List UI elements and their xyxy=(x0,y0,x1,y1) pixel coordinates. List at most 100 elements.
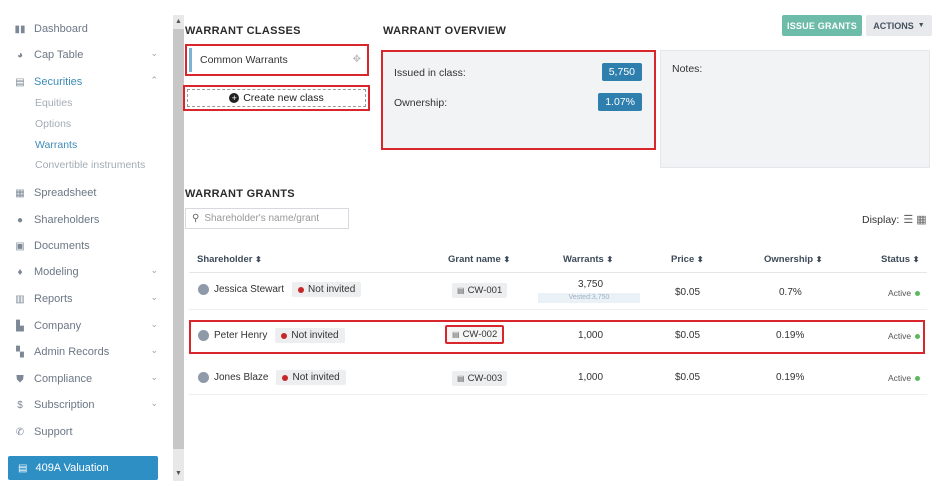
sidebar-item-label: Dashboard xyxy=(34,23,88,35)
sidebar-item-label: Compliance xyxy=(34,373,93,385)
list-view-icon[interactable]: ☰ xyxy=(903,213,913,226)
report-icon: ▥ xyxy=(15,293,25,305)
column-header-warrants[interactable]: Warrants ⬍ xyxy=(563,254,613,265)
highlight-box xyxy=(189,320,925,354)
issued-value-badge: 5,750 xyxy=(601,63,642,81)
document-icon: ▤ xyxy=(18,462,28,474)
sidebar-item-admin-records[interactable]: ▚ Admin Records ⌄ xyxy=(14,343,164,361)
warrant-grants-title: WARRANT GRANTS xyxy=(185,188,295,200)
grant-cell: ▤ CW-003 xyxy=(452,371,508,386)
sidebar-subitem-convertible[interactable]: Convertible instruments xyxy=(35,159,145,171)
column-header-ownership[interactable]: Ownership ⬍ xyxy=(764,254,822,265)
sidebar-item-compliance[interactable]: ⛊ Compliance ⌄ xyxy=(14,370,164,388)
column-header-grant-name[interactable]: Grant name ⬍ xyxy=(448,254,510,265)
search-placeholder: Shareholder's name/grant xyxy=(204,213,320,224)
ownership-value-badge: 1.07% xyxy=(598,93,642,111)
sidebar-item-support[interactable]: ✆ Support xyxy=(14,423,164,441)
sidebar-item-modeling[interactable]: ♦ Modeling ⌄ xyxy=(14,263,164,281)
actions-dropdown[interactable]: ACTIONS ▼ xyxy=(866,15,932,36)
column-header-price[interactable]: Price ⬍ xyxy=(671,254,704,265)
notes-panel[interactable]: Notes: xyxy=(660,50,930,168)
drag-handle-icon[interactable]: ✥ xyxy=(353,54,361,65)
sidebar-subitem-equities[interactable]: Equities xyxy=(35,97,72,109)
class-item-label: Common Warrants xyxy=(200,54,288,66)
shareholder-name[interactable]: Jones Blaze xyxy=(214,372,268,383)
table-row[interactable]: Jones Blaze Not invited ▤ CW-003 1,000 $0… xyxy=(189,360,927,396)
warrants-cell: 1,000 xyxy=(578,372,604,383)
sidebar-item-company[interactable]: ▙ Company ⌄ xyxy=(14,317,164,335)
row-divider xyxy=(189,394,927,395)
sidebar-item-securities[interactable]: ▤ Securities ⌃ xyxy=(14,73,164,91)
ownership-label: Ownership: xyxy=(394,97,448,109)
sidebar-item-cap-table[interactable]: ◕ Cap Table ⌄ xyxy=(14,46,164,64)
grid-view-icon[interactable]: ▦ xyxy=(916,213,926,226)
chevron-down-icon: ⌄ xyxy=(150,292,158,302)
warrant-overview-title: WARRANT OVERVIEW xyxy=(383,25,507,37)
column-header-status[interactable]: Status ⬍ xyxy=(881,254,919,265)
invite-status-badge[interactable]: Not invited xyxy=(276,370,346,385)
scroll-down-arrow-icon[interactable]: ▼ xyxy=(174,469,183,479)
warrant-classes-title: WARRANT CLASSES xyxy=(185,25,301,37)
shield-icon: ⛊ xyxy=(16,373,24,385)
sidebar-item-documents[interactable]: ▣ Documents xyxy=(14,237,164,255)
table-row[interactable]: Jessica Stewart Not invited ▤ CW-001 3,75… xyxy=(189,273,927,309)
chevron-down-icon: ⌄ xyxy=(150,48,158,58)
sidebar-item-label: 409A Valuation xyxy=(35,462,109,474)
records-icon: ▚ xyxy=(16,346,24,358)
search-input[interactable]: ⚲ Shareholder's name/grant xyxy=(185,208,349,229)
grant-cell: ▤ CW-001 xyxy=(452,283,508,298)
status-label: Active xyxy=(888,288,912,298)
user-icon: ● xyxy=(16,214,24,226)
invite-status-badge[interactable]: Not invited xyxy=(292,282,362,297)
grant-label: CW-001 xyxy=(467,285,503,296)
price-cell: $0.05 xyxy=(675,372,701,383)
document-icon: ▤ xyxy=(457,374,465,383)
invite-status-label: Not invited xyxy=(292,372,340,383)
shareholder-cell: Jones Blaze Not invited xyxy=(198,370,346,385)
sidebar-item-subscription[interactable]: $ Subscription ⌄ xyxy=(14,396,164,414)
sidebar-subitem-options[interactable]: Options xyxy=(35,118,71,130)
green-dot-icon xyxy=(915,375,921,381)
shareholder-name[interactable]: Jessica Stewart xyxy=(214,284,284,295)
column-header-label: Price xyxy=(671,254,695,265)
sidebar: ▮▮ Dashboard ◕ Cap Table ⌄ ▤ Securities … xyxy=(0,0,172,486)
column-header-label: Status xyxy=(881,254,911,265)
sidebar-item-reports[interactable]: ▥ Reports ⌄ xyxy=(14,290,164,308)
issue-grants-button[interactable]: ISSUE GRANTS xyxy=(782,15,862,36)
actions-label: ACTIONS xyxy=(873,20,914,31)
sidebar-item-label: Admin Records xyxy=(34,346,110,358)
notes-label: Notes: xyxy=(672,63,703,75)
column-header-shareholder[interactable]: Shareholder ⬍ xyxy=(197,254,262,265)
sort-icon: ⬍ xyxy=(696,255,704,264)
grant-tag[interactable]: ▤ CW-001 xyxy=(452,283,508,298)
grant-tag[interactable]: ▤ CW-003 xyxy=(452,371,508,386)
class-item-common-warrants[interactable]: Common Warrants ✥ xyxy=(185,44,369,76)
green-dot-icon xyxy=(915,290,921,296)
invite-status-label: Not invited xyxy=(308,284,356,295)
avatar xyxy=(198,372,209,383)
red-dot-icon xyxy=(282,374,289,381)
sidebar-item-label: Securities xyxy=(34,76,83,88)
create-class-button[interactable]: + Create new class xyxy=(183,85,370,111)
chevron-down-icon: ⌄ xyxy=(150,398,158,408)
sidebar-item-label: Company xyxy=(34,320,82,332)
document-icon: ▤ xyxy=(457,286,465,295)
column-header-label: Grant name xyxy=(448,254,501,265)
sidebar-item-spreadsheet[interactable]: ▦ Spreadsheet xyxy=(14,184,164,202)
scroll-up-arrow-icon[interactable]: ▲ xyxy=(174,17,183,27)
sidebar-item-label: Modeling xyxy=(34,266,79,278)
column-header-label: Ownership xyxy=(764,254,814,265)
chevron-up-icon: ⌃ xyxy=(150,75,158,85)
issued-label: Issued in class: xyxy=(394,67,466,79)
sort-icon: ⬍ xyxy=(255,255,262,264)
warrants-cell: 3,750 xyxy=(578,279,604,290)
sidebar-item-409a-valuation[interactable]: ▤ 409A Valuation xyxy=(8,456,158,480)
ownership-cell: 0.19% xyxy=(776,372,805,383)
bars-icon: ▮▮ xyxy=(14,23,26,35)
sidebar-item-shareholders[interactable]: ● Shareholders xyxy=(14,211,164,229)
sidebar-item-label: Cap Table xyxy=(34,49,84,61)
status-cell: Active xyxy=(888,288,921,298)
sidebar-subitem-warrants[interactable]: Warrants xyxy=(35,139,77,151)
sidebar-item-dashboard[interactable]: ▮▮ Dashboard xyxy=(14,20,164,38)
pie-chart-icon: ◕ xyxy=(16,49,24,61)
